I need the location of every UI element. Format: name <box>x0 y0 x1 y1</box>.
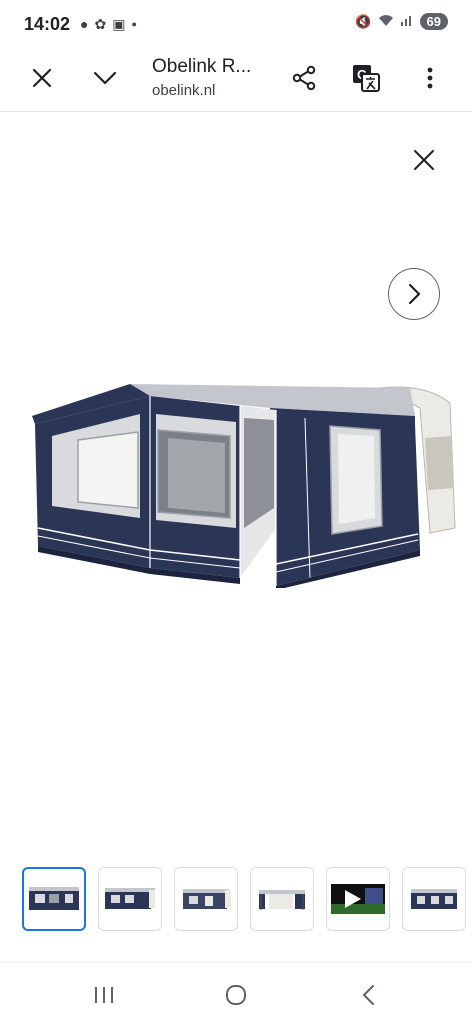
close-viewer-button[interactable] <box>405 141 443 179</box>
chevron-right-icon <box>408 283 421 305</box>
more-vert-icon <box>427 67 433 89</box>
status-notification-icons: ● ✿ ▣ ● <box>80 15 137 33</box>
translate-button[interactable]: G <box>346 58 386 98</box>
translate-icon: G <box>353 65 380 92</box>
awning-thumbnail-image <box>29 887 79 910</box>
browser-toolbar: Obelink R... obelink.nl G <box>0 48 472 112</box>
minimize-button[interactable] <box>85 58 125 98</box>
awning-thumbnail-image <box>183 889 231 909</box>
home-icon <box>226 985 246 1005</box>
wifi-icon <box>378 13 394 30</box>
thumbnail-5-video[interactable] <box>326 867 390 931</box>
chevron-down-icon <box>93 71 117 85</box>
thumbnail-1[interactable] <box>22 867 86 931</box>
next-image-button[interactable] <box>388 268 440 320</box>
recents-icon <box>95 987 113 1003</box>
awning-thumbnail-image <box>105 888 155 909</box>
thumbnail-6[interactable] <box>402 867 466 931</box>
home-button[interactable] <box>216 979 256 1011</box>
awning-thumbnail-image <box>259 890 305 910</box>
mute-icon: 🔇 <box>355 13 372 29</box>
thumbnail-strip[interactable] <box>22 867 472 935</box>
image-viewer <box>0 113 472 961</box>
close-icon <box>32 68 52 88</box>
awning-thumbnail-image <box>411 889 457 909</box>
battery-indicator: 69 <box>419 13 448 30</box>
screenshot-icon: ▣ <box>112 16 126 32</box>
flower-icon: ✿ <box>94 16 107 32</box>
thumbnail-3[interactable] <box>174 867 238 931</box>
status-time: 14:02 <box>24 14 71 34</box>
status-bar: 14:02 ● ✿ ▣ ● 🔇 69 <box>0 0 472 48</box>
share-icon <box>292 65 316 91</box>
page-url: obelink.nl <box>152 82 216 99</box>
thumbnail-2[interactable] <box>98 867 162 931</box>
video-thumbnail-image <box>331 884 385 914</box>
more-options-button[interactable] <box>410 58 450 98</box>
back-button[interactable] <box>348 979 388 1011</box>
chat-bubble-icon: ● <box>80 16 89 32</box>
share-button[interactable] <box>284 58 324 98</box>
system-navigation-bar <box>0 962 472 1024</box>
status-system-icons: 🔇 69 <box>355 13 448 30</box>
awning-image <box>32 384 456 588</box>
close-icon <box>414 150 434 170</box>
close-tab-button[interactable] <box>22 58 62 98</box>
back-icon <box>363 985 374 1005</box>
dot-icon: ● <box>131 19 137 29</box>
page-title: Obelink R... <box>152 56 252 77</box>
signal-icon <box>400 13 414 30</box>
recent-apps-button[interactable] <box>84 979 124 1011</box>
thumbnail-4[interactable] <box>250 867 314 931</box>
